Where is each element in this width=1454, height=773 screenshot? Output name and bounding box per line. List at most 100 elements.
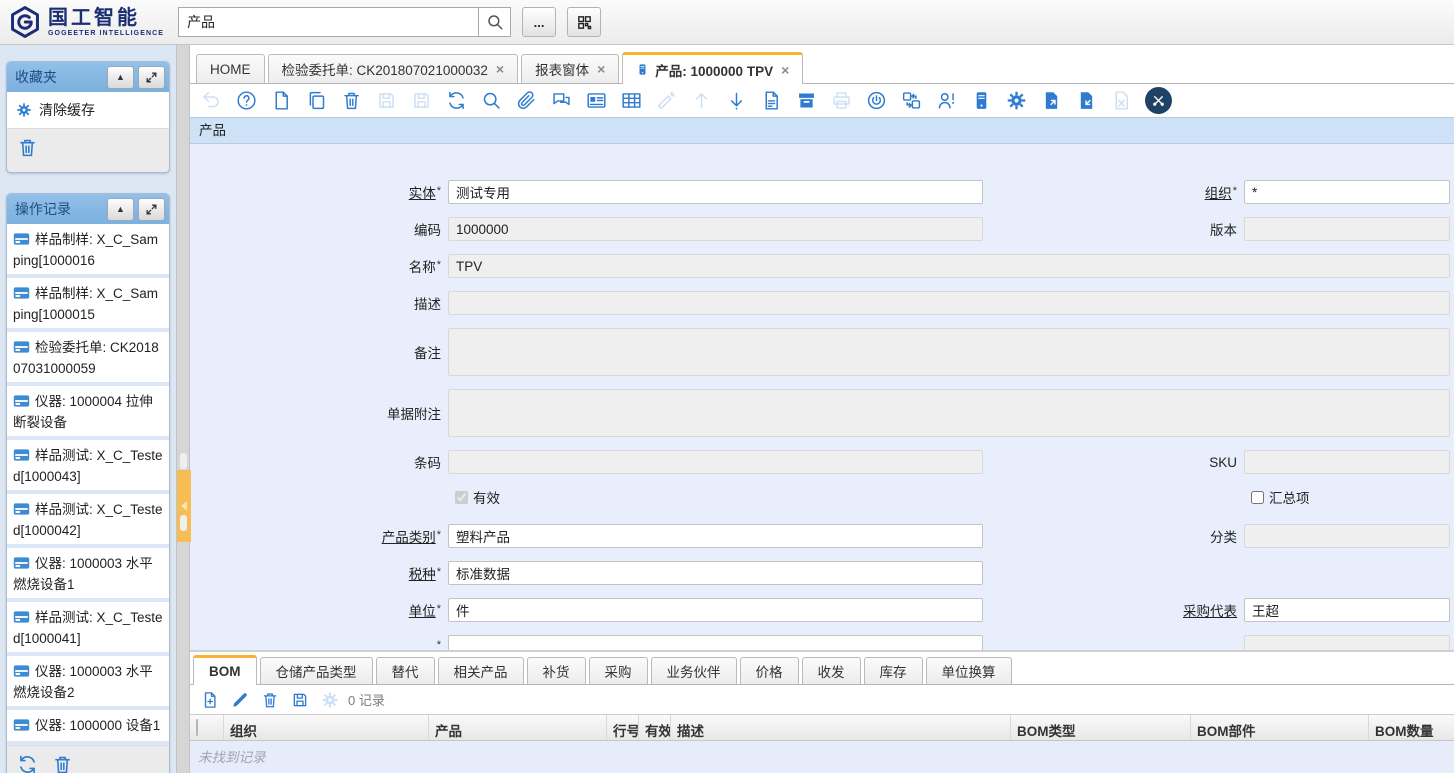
detail-tab-purchase[interactable]: 采购	[589, 657, 648, 684]
history-item[interactable]: 样品制样: X_C_Samping[1000016	[7, 224, 169, 278]
card-view-icon[interactable]	[585, 90, 607, 112]
tab-label: 报表窗体	[535, 59, 589, 79]
trash-icon[interactable]	[17, 137, 38, 158]
new-document-icon[interactable]	[270, 90, 292, 112]
expand-icon[interactable]	[138, 66, 165, 89]
history-item[interactable]: 样品测试: X_C_Tested[1000043]	[7, 440, 169, 494]
select-all-checkbox[interactable]	[196, 719, 198, 736]
archive-icon[interactable]	[795, 90, 817, 112]
detail-tab-substitute[interactable]: 替代	[376, 657, 435, 684]
next-field-input[interactable]	[448, 635, 983, 650]
uom-label[interactable]: 单位	[190, 600, 448, 620]
detail-tab-price[interactable]: 价格	[740, 657, 799, 684]
add-record-icon[interactable]	[200, 690, 219, 709]
tab-product[interactable]: 产品: 1000000 TPV×	[622, 52, 803, 84]
copy-icon[interactable]	[305, 90, 327, 112]
tab-report-window[interactable]: 报表窗体 ×	[521, 54, 619, 83]
save-icon[interactable]	[290, 690, 309, 709]
power-icon[interactable]	[865, 90, 887, 112]
tax-input[interactable]	[448, 561, 983, 585]
delete-icon[interactable]	[260, 690, 279, 709]
file-export-icon[interactable]	[1040, 90, 1062, 112]
refresh-icon[interactable]	[17, 754, 38, 773]
organization-input[interactable]	[1244, 180, 1450, 204]
category-input[interactable]	[448, 524, 983, 548]
detail-tab-receipt-dispatch[interactable]: 收发	[802, 657, 861, 684]
history-item[interactable]: 仪器: 1000003 水平燃烧设备2	[7, 656, 169, 710]
summary-checkbox[interactable]	[1251, 491, 1264, 504]
column-header[interactable]: 产品	[429, 715, 607, 740]
tax-label[interactable]: 税种	[190, 563, 448, 583]
more-options-button[interactable]: ...	[522, 7, 556, 37]
edit-pencil-icon[interactable]	[230, 690, 249, 709]
file-import-icon[interactable]	[1075, 90, 1097, 112]
collapse-icon[interactable]: ▲	[107, 198, 134, 221]
category-label[interactable]: 产品类别	[190, 526, 448, 546]
mobile-device-icon[interactable]	[970, 90, 992, 112]
purchase-rep-label[interactable]: 采购代表	[983, 600, 1244, 620]
entity-input[interactable]	[448, 180, 983, 204]
column-header[interactable]: 行号	[607, 715, 639, 740]
person-alert-icon[interactable]	[935, 90, 957, 112]
collapse-sidebar-handle[interactable]	[177, 470, 191, 542]
refresh-icon[interactable]	[445, 90, 467, 112]
detail-tab-business-partner[interactable]: 业务伙伴	[651, 657, 737, 684]
pdf-icon[interactable]	[760, 90, 782, 112]
splitter-grip	[180, 515, 187, 531]
uom-input[interactable]	[448, 598, 983, 622]
detail-tab-uom-conversion[interactable]: 单位换算	[926, 657, 1012, 684]
detail-tab-inventory[interactable]: 库存	[864, 657, 923, 684]
history-item[interactable]: 样品测试: X_C_Tested[1000041]	[7, 602, 169, 656]
delete-icon[interactable]	[340, 90, 362, 112]
detail-tab-replenishment[interactable]: 补货	[527, 657, 586, 684]
history-item[interactable]: 仪器: 1000003 水平燃烧设备1	[7, 548, 169, 602]
column-header[interactable]: BOM部件	[1191, 715, 1369, 740]
history-item[interactable]: 样品测试: X_C_Tested[1000042]	[7, 494, 169, 548]
column-header[interactable]: BOM数量	[1369, 715, 1454, 740]
sidebar-splitter[interactable]	[176, 45, 190, 773]
history-item[interactable]: 检验委托单: CK201807031000059	[7, 332, 169, 386]
excel-icon	[1110, 90, 1132, 112]
detail-tab-label: 相关产品	[454, 661, 508, 681]
column-header[interactable]: 组织	[224, 715, 429, 740]
transfer-icon[interactable]	[900, 90, 922, 112]
expand-icon[interactable]	[138, 198, 165, 221]
entity-label[interactable]: 实体	[190, 182, 448, 202]
customize-icon[interactable]	[1145, 87, 1172, 114]
arrow-down-icon[interactable]	[725, 90, 747, 112]
tab-label: HOME	[210, 62, 251, 77]
purchase-rep-input[interactable]	[1244, 598, 1450, 622]
detail-tab-related-products[interactable]: 相关产品	[438, 657, 524, 684]
window-tab-bar: HOME检验委托单: CK201807021000032×报表窗体×产品: 10…	[190, 45, 1454, 84]
grid-view-icon[interactable]	[620, 90, 642, 112]
column-header[interactable]: 描述	[671, 715, 1011, 740]
close-icon[interactable]: ×	[597, 62, 605, 76]
empty-table-message: 未找到记录	[190, 741, 1454, 773]
history-item[interactable]: 样品制样: X_C_Samping[1000015	[7, 278, 169, 332]
tab-inspection-order[interactable]: 检验委托单: CK201807021000032×	[268, 54, 519, 83]
help-icon[interactable]	[235, 90, 257, 112]
trash-icon[interactable]	[52, 754, 73, 773]
detail-tab-warehouse-product-type[interactable]: 仓储产品类型	[260, 657, 373, 684]
organization-label[interactable]: 组织	[983, 182, 1244, 202]
close-icon[interactable]: ×	[496, 62, 504, 76]
global-search-input[interactable]	[178, 7, 478, 37]
tab-home[interactable]: HOME	[196, 54, 265, 83]
remark-textarea	[448, 328, 1450, 376]
comments-icon[interactable]	[550, 90, 572, 112]
column-header[interactable]: BOM类型	[1011, 715, 1191, 740]
record-toolbar	[190, 84, 1454, 117]
close-icon[interactable]: ×	[781, 63, 789, 77]
collapse-icon[interactable]: ▲	[107, 66, 134, 89]
clear-cache-item[interactable]: 清除缓存	[7, 92, 169, 128]
attachment-icon[interactable]	[515, 90, 537, 112]
search-icon[interactable]	[478, 7, 511, 37]
history-item[interactable]: 仪器: 1000004 拉伸断裂设备	[7, 386, 169, 440]
version-input	[1244, 217, 1450, 241]
history-item[interactable]: 仪器: 1000000 设备1	[7, 710, 169, 745]
qr-code-button[interactable]	[567, 7, 601, 37]
search-icon[interactable]	[480, 90, 502, 112]
column-header[interactable]: 有效	[639, 715, 671, 740]
settings-icon[interactable]	[1005, 90, 1027, 112]
detail-tab-bom[interactable]: BOM	[193, 655, 257, 685]
